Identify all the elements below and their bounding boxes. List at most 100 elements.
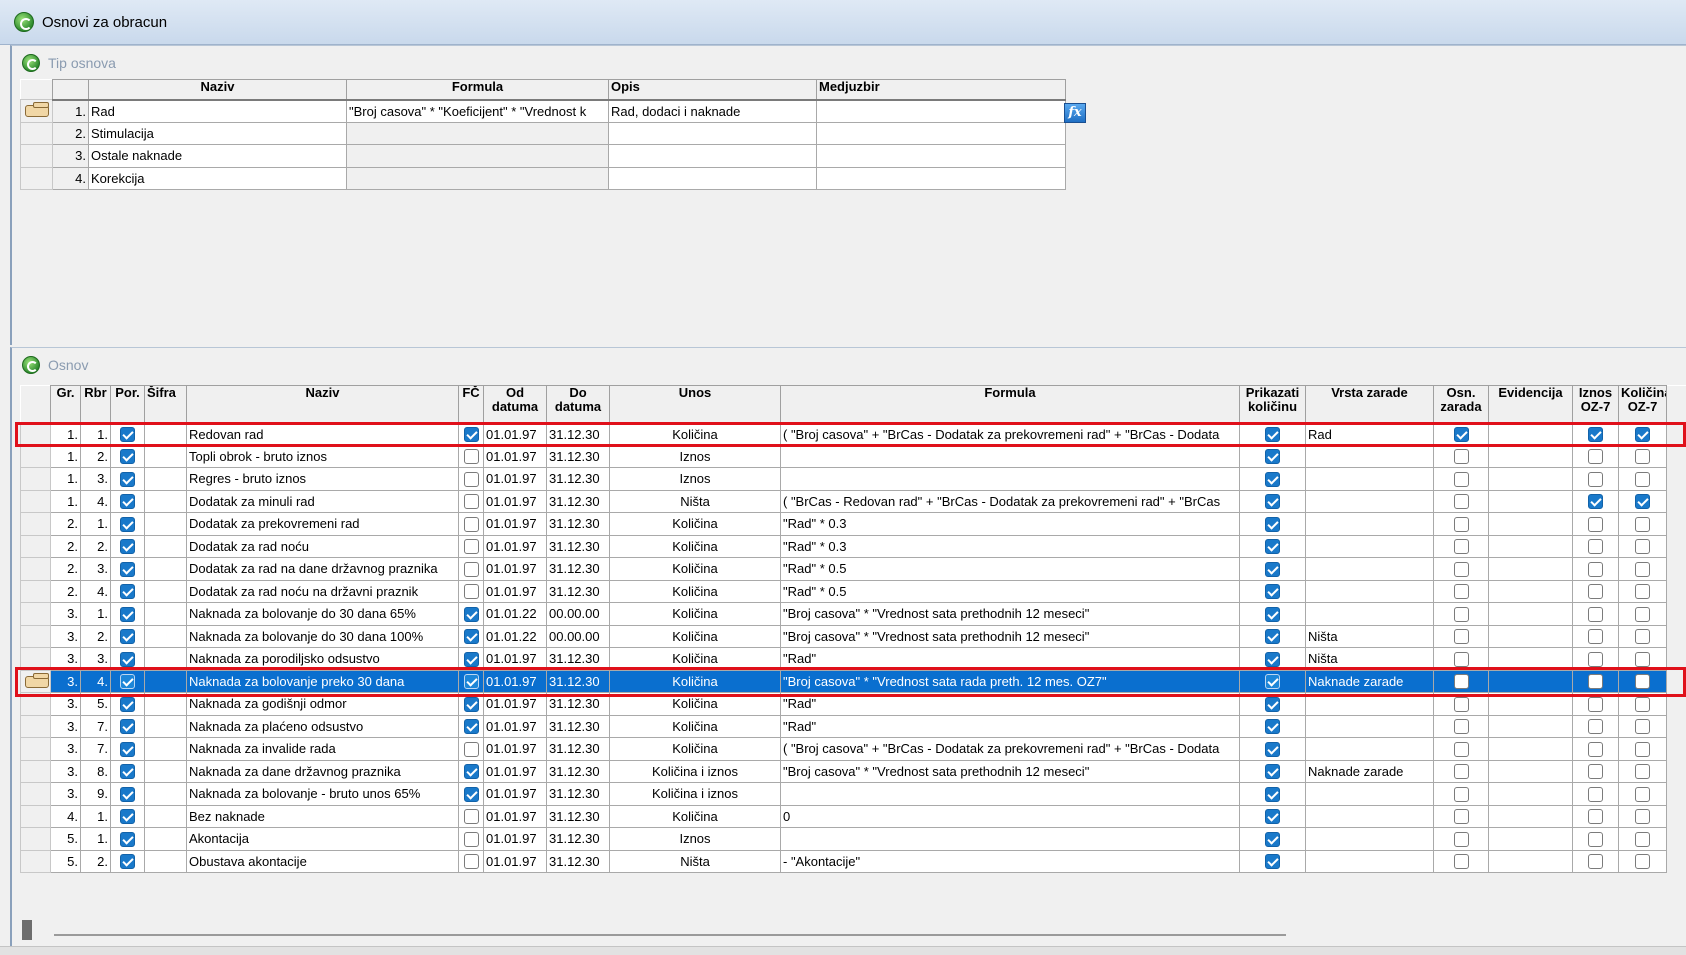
osnov-row[interactable]: 3. 8. Naknada za dane državnog praznika 01.… <box>20 759 1686 783</box>
naziv-cell[interactable]: Obustava akontacije <box>186 849 459 873</box>
naziv-cell[interactable]: Topli obrok - bruto iznos <box>186 444 459 468</box>
iznos-oz7-checkbox[interactable] <box>1588 719 1603 735</box>
do-datuma-cell[interactable]: 31.12.30 <box>546 669 610 693</box>
od-datuma-cell[interactable]: 01.01.97 <box>483 579 547 603</box>
do-datuma-cell[interactable]: 31.12.30 <box>546 534 610 558</box>
evidencija-cell[interactable] <box>1488 534 1573 558</box>
por-cell[interactable] <box>110 624 145 648</box>
osnov-row[interactable]: 4. 1. Bez naknade 01.01.97 31.12.30 Količina 0 <box>20 804 1686 828</box>
sifra-cell[interactable] <box>144 422 187 446</box>
do-datuma-cell[interactable]: 31.12.30 <box>546 849 610 873</box>
iznos-oz7-cell[interactable] <box>1572 602 1619 626</box>
naziv-cell[interactable]: Naknada za bolovanje do 30 dana 100% <box>186 624 459 648</box>
fc-cell[interactable] <box>458 714 484 738</box>
formula-cell[interactable] <box>780 782 1240 806</box>
unos-cell[interactable]: Količina <box>609 669 781 693</box>
unos-cell[interactable]: Ništa <box>609 849 781 873</box>
sifra-cell[interactable] <box>144 692 187 716</box>
prikazati-kolicinu-checkbox[interactable] <box>1265 719 1280 735</box>
por-cell[interactable] <box>110 669 145 693</box>
osnov-row[interactable]: 1. 4. Dodatak za minuli rad 01.01.97 31.12.3… <box>20 489 1686 513</box>
iznos-oz7-cell[interactable] <box>1572 827 1619 851</box>
por-checkbox[interactable] <box>120 831 135 847</box>
por-cell[interactable] <box>110 557 145 581</box>
naziv-cell[interactable]: Stimulacija <box>88 121 347 145</box>
osnov-row[interactable]: 5. 1. Akontacija 01.01.97 31.12.30 Iznos <box>20 827 1686 851</box>
osnov-row[interactable]: 3. 7. Naknada za invalide rada 01.01.97 31.1… <box>20 737 1686 761</box>
por-checkbox[interactable] <box>120 854 135 870</box>
header-kolicina-oz7[interactable]: Količina OZ-7 <box>1618 385 1667 424</box>
prikazati-kolicinu-cell[interactable] <box>1239 737 1306 761</box>
header-formula[interactable]: Formula <box>346 79 609 101</box>
fc-cell[interactable] <box>458 512 484 536</box>
formula-cell[interactable] <box>346 166 609 190</box>
od-datuma-cell[interactable]: 01.01.97 <box>483 557 547 581</box>
naziv-cell[interactable]: Regres - bruto iznos <box>186 467 459 491</box>
do-datuma-cell[interactable]: 31.12.30 <box>546 737 610 761</box>
por-cell[interactable] <box>110 714 145 738</box>
prikazati-kolicinu-cell[interactable] <box>1239 804 1306 828</box>
osn-zarada-cell[interactable] <box>1433 422 1489 446</box>
vrsta-zarade-cell[interactable] <box>1305 782 1434 806</box>
header-od-datuma[interactable]: Od datuma <box>483 385 547 424</box>
evidencija-cell[interactable] <box>1488 512 1573 536</box>
por-cell[interactable] <box>110 759 145 783</box>
prikazati-kolicinu-cell[interactable] <box>1239 782 1306 806</box>
osnov-row[interactable]: 3. 2. Naknada za bolovanje do 30 dana 100%… <box>20 624 1686 648</box>
unos-cell[interactable]: Količina <box>609 647 781 671</box>
iznos-oz7-cell[interactable] <box>1572 557 1619 581</box>
gr-cell[interactable]: 1. <box>50 422 81 446</box>
do-datuma-cell[interactable]: 31.12.30 <box>546 467 610 491</box>
kolicina-oz7-cell[interactable] <box>1618 534 1667 558</box>
vrsta-zarade-cell[interactable] <box>1305 602 1434 626</box>
osn-zarada-cell[interactable] <box>1433 602 1489 626</box>
por-checkbox[interactable] <box>120 651 135 667</box>
prikazati-kolicinu-cell[interactable] <box>1239 647 1306 671</box>
od-datuma-cell[interactable]: 01.01.97 <box>483 467 547 491</box>
rbr-cell[interactable]: 9. <box>80 782 111 806</box>
iznos-oz7-cell[interactable] <box>1572 422 1619 446</box>
prikazati-kolicinu-checkbox[interactable] <box>1265 606 1280 622</box>
od-datuma-cell[interactable]: 01.01.97 <box>483 534 547 558</box>
fc-cell[interactable] <box>458 557 484 581</box>
vrsta-zarade-cell[interactable]: Ništa <box>1305 624 1434 648</box>
osn-zarada-cell[interactable] <box>1433 692 1489 716</box>
vrsta-zarade-cell[interactable] <box>1305 827 1434 851</box>
tip-osnova-row[interactable]: 3. Ostale naknade <box>20 144 1066 168</box>
gr-cell[interactable]: 5. <box>50 849 81 873</box>
sifra-cell[interactable] <box>144 849 187 873</box>
rbr-cell[interactable]: 4. <box>80 489 111 513</box>
prikazati-kolicinu-cell[interactable] <box>1239 849 1306 873</box>
fc-checkbox[interactable] <box>463 561 479 577</box>
sifra-cell[interactable] <box>144 714 187 738</box>
rbr-cell[interactable]: 7. <box>80 714 111 738</box>
iznos-oz7-checkbox[interactable] <box>1588 831 1603 847</box>
naziv-cell[interactable]: Naknada za dane državnog praznika <box>186 759 459 783</box>
iznos-oz7-cell[interactable] <box>1572 579 1619 603</box>
kolicina-oz7-checkbox[interactable] <box>1635 696 1650 712</box>
vrsta-zarade-cell[interactable]: Rad <box>1305 422 1434 446</box>
osn-zarada-checkbox[interactable] <box>1453 786 1469 802</box>
naziv-cell[interactable]: Dodatak za rad noću <box>186 534 459 558</box>
formula-cell[interactable]: "Broj casova" * "Koeficijent" * "Vrednos… <box>346 99 609 123</box>
header-medjuzbir[interactable]: Medjuzbir <box>816 79 1066 101</box>
iznos-oz7-checkbox[interactable] <box>1588 561 1603 577</box>
kolicina-oz7-cell[interactable] <box>1618 467 1667 491</box>
unos-cell[interactable]: Količina <box>609 624 781 648</box>
fc-checkbox[interactable] <box>463 741 479 757</box>
fc-cell[interactable] <box>458 489 484 513</box>
vrsta-zarade-cell[interactable] <box>1305 849 1434 873</box>
gr-cell[interactable]: 3. <box>50 759 81 783</box>
kolicina-oz7-checkbox[interactable] <box>1635 629 1650 645</box>
por-checkbox[interactable] <box>120 449 135 465</box>
formula-cell[interactable]: "Broj casova" * "Vrednost sata prethodni… <box>780 602 1240 626</box>
naziv-cell[interactable]: Naknada za bolovanje preko 30 dana <box>186 669 459 693</box>
osn-zarada-checkbox[interactable] <box>1453 606 1469 622</box>
kolicina-oz7-cell[interactable] <box>1618 692 1667 716</box>
od-datuma-cell[interactable]: 01.01.97 <box>483 512 547 536</box>
iznos-oz7-checkbox[interactable] <box>1588 494 1603 510</box>
od-datuma-cell[interactable]: 01.01.97 <box>483 804 547 828</box>
evidencija-cell[interactable] <box>1488 827 1573 851</box>
prikazati-kolicinu-checkbox[interactable] <box>1265 786 1280 802</box>
fc-checkbox[interactable] <box>463 606 479 622</box>
